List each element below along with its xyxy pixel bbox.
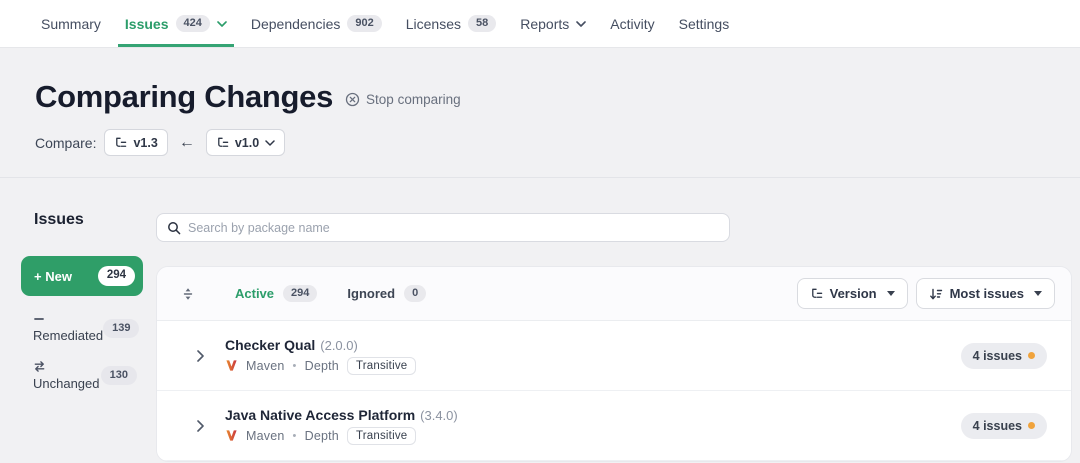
chevron-right-icon[interactable] <box>197 420 204 432</box>
version-label: v1.0 <box>235 136 259 150</box>
dropdown-triangle-icon <box>1034 291 1042 296</box>
ecosystem-label: Maven <box>246 359 285 373</box>
tab-issues[interactable]: Issues 424 <box>125 0 227 47</box>
compare-label: Compare: <box>35 135 96 151</box>
warning-dot-icon <box>1028 422 1035 429</box>
version-filter-button[interactable]: Version <box>797 278 908 309</box>
unchanged-count-badge: 130 <box>101 366 137 385</box>
package-row[interactable]: Checker Qual(2.0.0) Maven • Depth Transi… <box>157 321 1071 391</box>
dropdown-triangle-icon <box>887 291 895 296</box>
dependencies-count-badge: 902 <box>347 15 381 32</box>
version-label: v1.3 <box>133 136 157 150</box>
transitive-badge: Transitive <box>347 357 416 375</box>
page-header: Comparing Changes Stop comparing Compare… <box>0 48 1080 178</box>
dot-separator: • <box>293 430 297 442</box>
tab-active-issues[interactable]: Active 294 <box>235 285 317 302</box>
search-icon <box>167 221 181 235</box>
remediated-count-badge: 139 <box>103 319 139 338</box>
issues-panel: Active 294 Ignored 0 Version <box>156 266 1072 462</box>
maven-icon <box>225 359 238 372</box>
compare-row: Compare: v1.3 ← v1.0 <box>35 129 1080 156</box>
tab-label: Dependencies <box>251 16 341 32</box>
list-tree-icon <box>216 136 229 149</box>
active-count-badge: 294 <box>283 285 317 302</box>
compare-to-version-button[interactable]: v1.0 <box>206 129 285 156</box>
tab-label: Licenses <box>406 16 461 32</box>
issues-count-badge: 424 <box>176 15 210 32</box>
chevron-right-icon[interactable] <box>197 350 204 362</box>
licenses-count-badge: 58 <box>468 15 496 32</box>
list-tree-icon <box>114 136 127 149</box>
tab-label: Reports <box>520 16 569 32</box>
sidebar-item-new[interactable]: + New 294 <box>21 256 143 296</box>
ecosystem-label: Maven <box>246 429 285 443</box>
content-area: Issues + New 294 Remediated 139 Unchange… <box>0 178 1080 462</box>
panel-toolbar: Active 294 Ignored 0 Version <box>157 267 1071 321</box>
tab-summary[interactable]: Summary <box>41 0 101 47</box>
tab-reports[interactable]: Reports <box>520 0 586 47</box>
status-tabs: Active 294 Ignored 0 <box>235 285 426 302</box>
button-label: Version <box>830 286 877 301</box>
tab-licenses[interactable]: Licenses 58 <box>406 0 497 47</box>
tab-label: Issues <box>125 16 169 32</box>
tab-label: Ignored <box>347 286 395 301</box>
package-name: Java Native Access Platform(3.4.0) <box>225 407 458 423</box>
issues-main: Active 294 Ignored 0 Version <box>156 178 1072 462</box>
tab-label: Activity <box>610 16 654 32</box>
unfold-vertical-icon[interactable] <box>181 287 195 301</box>
tab-activity[interactable]: Activity <box>610 0 654 47</box>
depth-label: Depth <box>305 359 339 373</box>
package-version: (2.0.0) <box>320 338 358 353</box>
list-tree-icon <box>810 287 823 300</box>
app-window: Summary Issues 424 Dependencies 902 Lice… <box>0 0 1080 463</box>
warning-dot-icon <box>1028 352 1035 359</box>
issues-count-pill: 4 issues <box>961 413 1047 439</box>
swap-arrows-icon <box>33 360 100 373</box>
stop-comparing-button[interactable]: Stop comparing <box>345 92 461 107</box>
maven-icon <box>225 429 238 442</box>
chevron-down-icon <box>576 21 586 27</box>
dot-separator: • <box>293 360 297 372</box>
left-arrow-icon: ← <box>179 134 195 152</box>
depth-label: Depth <box>305 429 339 443</box>
issues-count-label: 4 issues <box>973 349 1022 363</box>
tab-label: Active <box>235 286 274 301</box>
chevron-down-icon <box>217 21 227 27</box>
issues-sidebar: Issues + New 294 Remediated 139 Unchange… <box>0 178 156 391</box>
package-meta: Maven • Depth Transitive <box>225 427 458 445</box>
sort-most-issues-button[interactable]: Most issues <box>916 278 1055 309</box>
sort-desc-icon <box>929 287 943 301</box>
sidebar-item-label: Remediated <box>33 328 103 343</box>
tab-label: Settings <box>679 16 730 32</box>
package-version: (3.4.0) <box>420 408 458 423</box>
compare-from-version-button[interactable]: v1.3 <box>104 129 167 156</box>
page-title: Comparing Changes <box>35 78 333 116</box>
tab-label: Summary <box>41 16 101 32</box>
sidebar-item-label: Unchanged <box>33 376 100 391</box>
issues-count-label: 4 issues <box>973 419 1022 433</box>
button-label: Most issues <box>950 286 1024 301</box>
new-label: + New <box>34 269 72 284</box>
sidebar-item-unchanged[interactable]: Unchanged 130 <box>33 360 137 391</box>
minus-icon <box>33 313 103 325</box>
chevron-down-icon <box>265 140 275 146</box>
sort-controls: Version Most issues <box>797 278 1055 309</box>
package-name: Checker Qual(2.0.0) <box>225 337 416 353</box>
tab-ignored-issues[interactable]: Ignored 0 <box>347 285 426 302</box>
sidebar-title: Issues <box>34 211 156 229</box>
package-search <box>156 213 730 242</box>
search-input[interactable] <box>188 221 719 235</box>
stop-comparing-label: Stop comparing <box>366 92 461 107</box>
circle-x-icon <box>345 92 360 107</box>
ignored-count-badge: 0 <box>404 285 426 302</box>
sidebar-item-remediated[interactable]: Remediated 139 <box>33 313 137 343</box>
package-meta: Maven • Depth Transitive <box>225 357 416 375</box>
new-count-badge: 294 <box>98 266 135 286</box>
tab-dependencies[interactable]: Dependencies 902 <box>251 0 382 47</box>
package-row[interactable]: Java Native Access Platform(3.4.0) Maven… <box>157 391 1071 461</box>
issues-count-pill: 4 issues <box>961 343 1047 369</box>
top-nav: Summary Issues 424 Dependencies 902 Lice… <box>0 0 1080 48</box>
transitive-badge: Transitive <box>347 427 416 445</box>
tab-settings[interactable]: Settings <box>679 0 730 47</box>
